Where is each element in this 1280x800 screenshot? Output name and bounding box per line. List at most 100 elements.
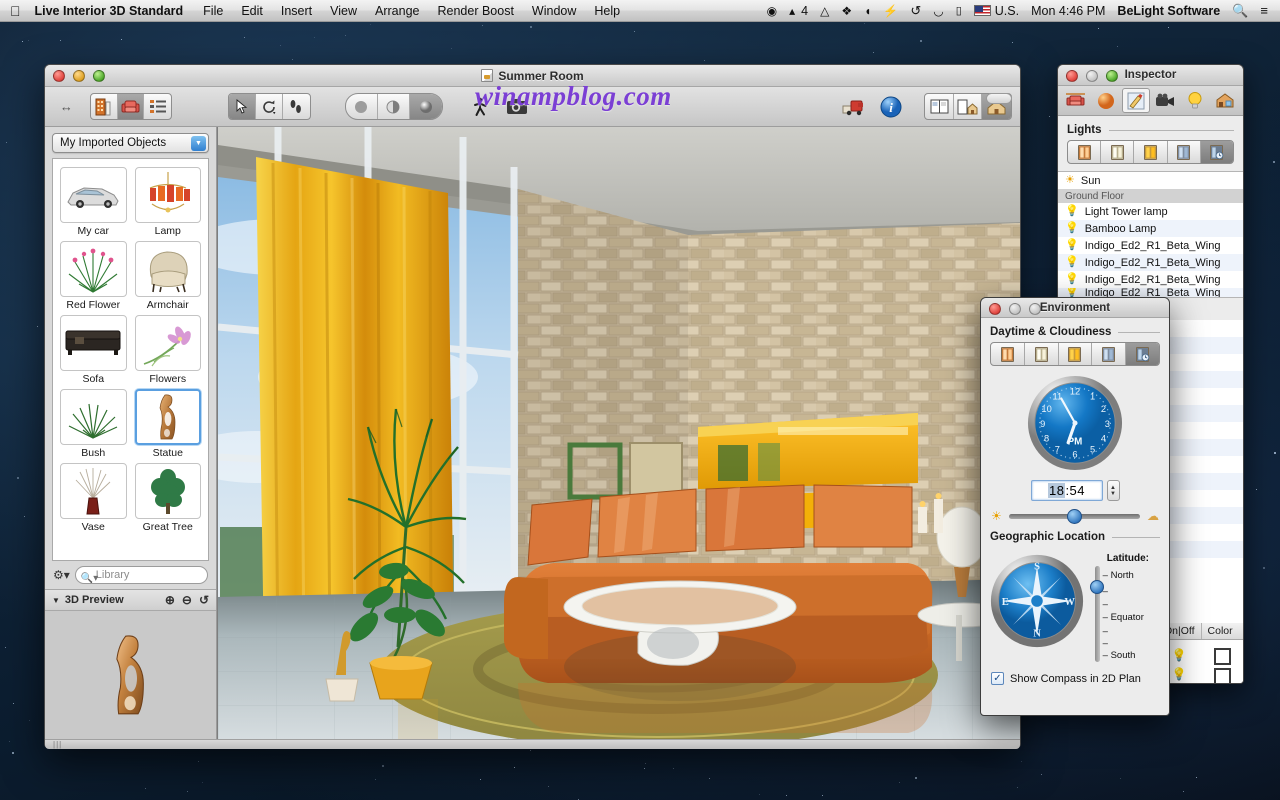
select-arrow-tool[interactable] (229, 94, 257, 119)
status-google-drive-icon[interactable]: △ (814, 0, 835, 22)
menu-window[interactable]: Window (523, 0, 585, 22)
library-item-my-car[interactable]: My car (56, 164, 131, 238)
light-row-indigo-2[interactable]: 💡 Indigo_Ed2_R1_Beta_Wing (1058, 254, 1243, 271)
gouraud-shading-button[interactable] (378, 94, 410, 119)
status-user-name[interactable]: BeLight Software (1111, 0, 1226, 22)
main-window-titlebar[interactable]: Summer Room (45, 65, 1020, 87)
menu-edit[interactable]: Edit (232, 0, 272, 22)
status-clock[interactable]: Mon 4:46 PM (1025, 0, 1111, 22)
split-2d-3d-layout-button[interactable] (925, 94, 954, 119)
library-item-sofa[interactable]: Sofa (56, 312, 131, 386)
camera-button[interactable] (504, 93, 531, 120)
menu-arrange[interactable]: Arrange (366, 0, 428, 22)
info-button[interactable]: i (877, 93, 904, 120)
library-item-armchair[interactable]: Armchair (131, 238, 206, 312)
inspector-tab-environment[interactable] (1211, 88, 1239, 113)
preset-custom-time[interactable] (1126, 343, 1159, 365)
preset-evening[interactable] (1134, 141, 1168, 163)
color-swatch[interactable] (1214, 648, 1231, 665)
light-preset-segmented-control[interactable] (1067, 140, 1234, 164)
library-category-popup[interactable]: My Imported Objects ▼ (52, 133, 209, 153)
move-tool[interactable] (283, 94, 310, 119)
spotlight-search-icon[interactable]: 🔍 (1226, 0, 1254, 22)
inspector-lights-list[interactable]: ☀ Sun Ground Floor 💡 Light Tower lamp 💡 … (1058, 171, 1243, 298)
light-row-light-tower-lamp[interactable]: 💡 Light Tower lamp (1058, 203, 1243, 220)
light-row-indigo-3[interactable]: 💡 Indigo_Ed2_R1_Beta_Wing (1058, 271, 1243, 288)
status-time-machine-icon[interactable]: ↺ (904, 0, 927, 22)
list-view-button[interactable] (144, 94, 171, 119)
split-vertical-layout-button[interactable] (954, 94, 983, 119)
disclosure-triangle-icon[interactable]: ▼ (52, 596, 60, 605)
building-view-button[interactable] (91, 94, 118, 119)
preview-header[interactable]: ▼ 3D Preview ⊕ ⊖ ↺ (45, 589, 216, 611)
gear-menu-icon[interactable]: ⚙▾ (53, 568, 70, 582)
latitude-slider-track[interactable] (1090, 566, 1104, 662)
compass-rose[interactable]: N S E W (989, 553, 1085, 649)
library-item-red-flower[interactable]: Red Flower (56, 238, 131, 312)
cloudiness-slider-knob[interactable] (1066, 508, 1082, 524)
status-adobe-icon[interactable]: ▴ (783, 0, 801, 22)
library-item-bush[interactable]: Bush (56, 386, 131, 460)
preset-day[interactable] (1101, 141, 1135, 163)
chevron-down-icon[interactable]: ▼ (191, 136, 206, 151)
show-compass-checkbox[interactable]: ✓ (991, 672, 1004, 685)
status-battery-icon[interactable]: ▯ (950, 0, 968, 22)
zoom-out-icon[interactable]: ⊖ (182, 593, 192, 607)
preset-clear[interactable] (1025, 343, 1059, 365)
textured-shading-button[interactable] (409, 94, 443, 119)
notification-list-icon[interactable]: ≡ (1254, 0, 1274, 22)
flat-shading-button[interactable] (346, 94, 378, 119)
status-evernote-icon[interactable]: ◖ (858, 0, 877, 22)
light-row-bamboo-lamp[interactable]: 💡 Bamboo Lamp (1058, 220, 1243, 237)
time-input[interactable]: 18:54 (1030, 480, 1103, 501)
inspector-tab-camera[interactable] (1152, 88, 1180, 113)
menu-app-name[interactable]: Live Interior 3D Standard (35, 0, 195, 22)
status-wifi-icon[interactable]: ◡ (927, 0, 949, 22)
analog-clock[interactable]: 12 12 345 678 91011 PM (1026, 374, 1124, 472)
viewport-3d[interactable] (217, 127, 1020, 739)
status-dropbox-icon[interactable]: ❖ (835, 0, 858, 22)
preset-night[interactable] (1168, 141, 1201, 163)
light-row-indigo-4[interactable]: 💡 Indigo_Ed2_R1_Beta_Wing (1058, 288, 1243, 297)
library-search-input[interactable]: 🔍▾ Library (74, 566, 208, 584)
status-flag-icon[interactable] (968, 0, 993, 22)
apple-logo-icon[interactable]:  (10, 4, 21, 18)
light-row-indigo-1[interactable]: 💡 Indigo_Ed2_R1_Beta_Wing (1058, 237, 1243, 254)
library-item-vase[interactable]: Vase (56, 460, 131, 534)
status-flash-icon[interactable]: ⚡ (877, 0, 904, 22)
inspector-tab-object[interactable] (1062, 88, 1090, 113)
preset-warm[interactable] (1059, 343, 1093, 365)
furniture-view-button[interactable] (117, 94, 145, 119)
menu-view[interactable]: View (321, 0, 366, 22)
inspector-table-rows[interactable]: 💡 💡 💡 (1158, 640, 1243, 683)
preset-dawn[interactable] (1068, 141, 1102, 163)
rotate-icon[interactable]: ↺ (199, 593, 209, 607)
stepper-down-icon[interactable]: ▼ (1110, 491, 1116, 497)
bulb-on-icon[interactable]: 💡 (1172, 648, 1187, 662)
library-object-grid[interactable]: My car Lamp Red Flower Armchair Sofa Flo… (52, 158, 209, 561)
library-item-great-tree[interactable]: Great Tree (131, 460, 206, 534)
inspector-light-table-body[interactable] (1158, 320, 1243, 570)
resize-grip-icon[interactable]: ||| (53, 741, 62, 749)
walkthrough-button[interactable] (467, 93, 494, 120)
inspector-titlebar[interactable]: Inspector (1058, 65, 1243, 86)
library-item-statue[interactable]: Statue (131, 386, 206, 460)
preset-cool[interactable] (1092, 343, 1127, 365)
latitude-slider[interactable]: – North – – – Equator – – – South (1090, 566, 1151, 662)
time-stepper[interactable]: ▲ ▼ (1106, 480, 1120, 501)
inspector-tab-light[interactable] (1181, 88, 1209, 113)
preset-custom-time[interactable] (1200, 141, 1233, 163)
preset-sunset[interactable] (991, 343, 1025, 365)
menu-help[interactable]: Help (585, 0, 629, 22)
toolbar-toggle-button[interactable] (986, 93, 1012, 104)
environment-titlebar[interactable]: Environment (981, 298, 1169, 318)
time-minutes[interactable]: :54 (1065, 483, 1085, 498)
zoom-in-icon[interactable]: ⊕ (165, 593, 175, 607)
preview-viewport[interactable] (45, 611, 216, 739)
rotate-tool[interactable] (256, 94, 283, 119)
delivery-truck-button[interactable] (841, 93, 868, 120)
status-input-locale[interactable]: U.S. (993, 0, 1025, 22)
inspector-tab-edit[interactable] (1121, 88, 1150, 113)
time-hours[interactable]: 18 (1047, 483, 1066, 498)
bulb-off-icon[interactable]: 💡 (1172, 667, 1187, 681)
